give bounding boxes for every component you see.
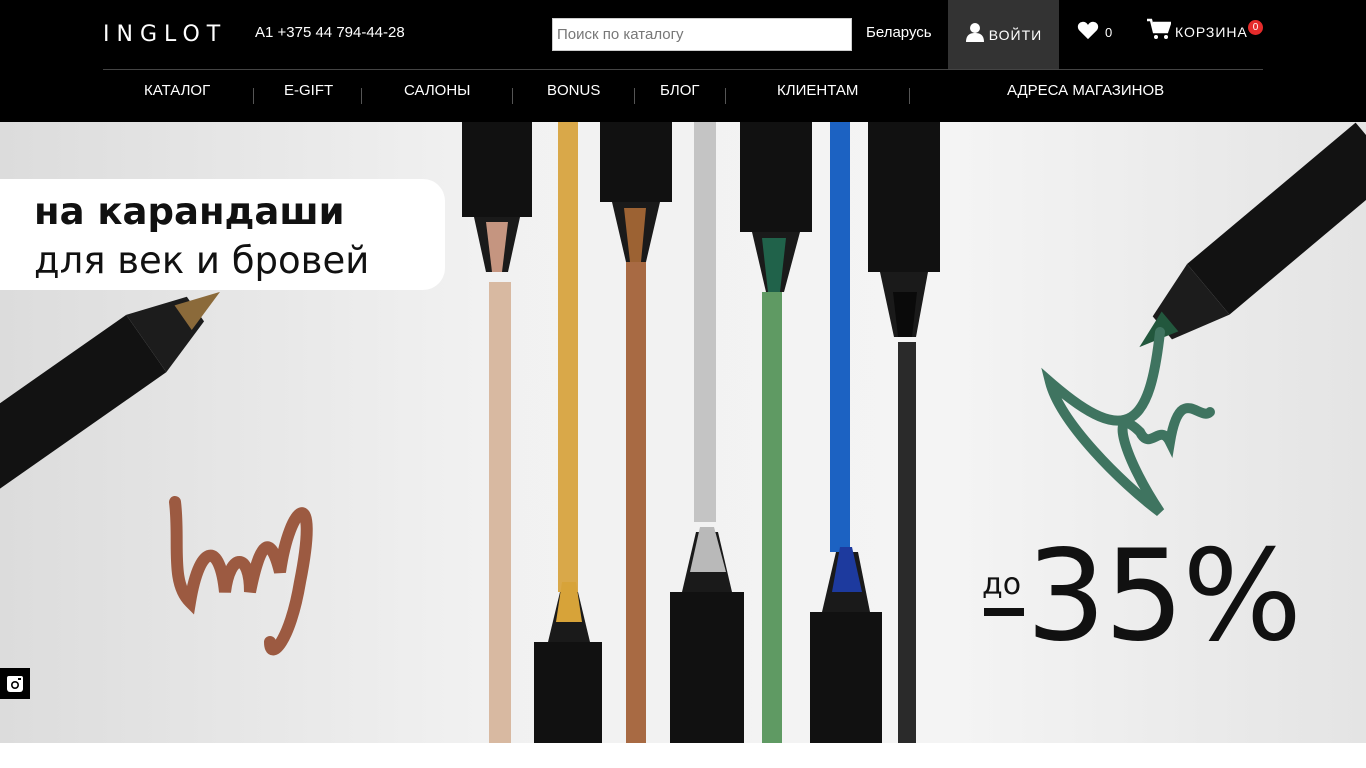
site-header: INGLOT A1 +375 44 794-44-28 Беларусь ВОЙ… bbox=[0, 0, 1366, 122]
cart-icon bbox=[1147, 18, 1171, 39]
nav-item-salons[interactable]: САЛОНЫ bbox=[404, 82, 470, 99]
cart-label: КОРЗИНА bbox=[1175, 24, 1248, 40]
promo-headline: на карандаши bbox=[34, 190, 345, 233]
nav-separator bbox=[253, 88, 254, 104]
search-input[interactable] bbox=[552, 18, 852, 51]
country-selector[interactable]: Беларусь bbox=[866, 24, 932, 41]
wishlist-button[interactable]: 0 bbox=[1077, 20, 1112, 40]
login-label: ВОЙТИ bbox=[988, 26, 1043, 43]
heart-icon bbox=[1077, 21, 1099, 40]
nav-separator bbox=[725, 88, 726, 104]
cart-count-badge: 0 bbox=[1248, 20, 1263, 35]
logo[interactable]: INGLOT bbox=[103, 22, 227, 47]
promo-banner[interactable]: на карандаши для век и бровей до 35% bbox=[0, 122, 1366, 743]
nav-item-egift[interactable]: E-GIFT bbox=[284, 82, 333, 99]
cart-button[interactable]: КОРЗИНА bbox=[1147, 18, 1248, 40]
user-icon bbox=[965, 22, 984, 42]
discount-value: 35% bbox=[1026, 522, 1302, 669]
nav-item-bonus[interactable]: BONUS bbox=[547, 82, 600, 99]
nav-separator bbox=[361, 88, 362, 104]
wishlist-count: 0 bbox=[1105, 25, 1113, 40]
nav-item-catalog[interactable]: КАТАЛОГ bbox=[144, 82, 210, 99]
nav-separator bbox=[634, 88, 635, 104]
promo-subheadline: для век и бровей bbox=[34, 239, 370, 282]
phone-number[interactable]: A1 +375 44 794-44-28 bbox=[255, 24, 405, 41]
main-nav: КАТАЛОГ E-GIFT САЛОНЫ BONUS БЛОГ КЛИЕНТА… bbox=[0, 70, 1366, 122]
discount-prefix: до bbox=[982, 567, 1022, 602]
login-button[interactable]: ВОЙТИ bbox=[948, 0, 1059, 69]
nav-item-blog[interactable]: БЛОГ bbox=[660, 82, 699, 99]
instagram-button[interactable] bbox=[0, 668, 30, 699]
nav-separator bbox=[512, 88, 513, 104]
nav-item-clients[interactable]: КЛИЕНТАМ bbox=[777, 82, 858, 99]
nav-separator bbox=[909, 88, 910, 104]
discount-dash bbox=[984, 608, 1024, 616]
nav-item-store-addresses[interactable]: АДРЕСА МАГАЗИНОВ bbox=[1007, 82, 1164, 99]
instagram-icon bbox=[7, 675, 23, 692]
